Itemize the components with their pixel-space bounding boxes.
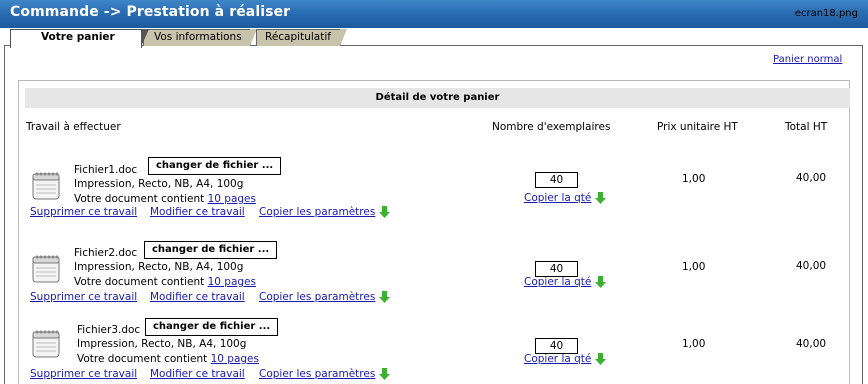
- arrow-down-icon: [594, 353, 606, 365]
- page-count-text: Votre document contient 10 pages: [74, 193, 256, 205]
- document-icon: [32, 330, 60, 358]
- line-total: 40,00: [796, 338, 827, 350]
- copy-qty-link[interactable]: Copier la qté: [524, 192, 591, 204]
- file-name: Fichier1.doc: [74, 164, 138, 176]
- pages-link[interactable]: 10 pages: [208, 276, 256, 288]
- quantity-input[interactable]: 40: [535, 338, 578, 354]
- document-icon: [32, 255, 60, 283]
- screenshot-filename: ecran18.png: [794, 8, 858, 19]
- unit-price: 1,00: [682, 338, 706, 350]
- title-bar: Commande -> Prestation à réaliser ecran1…: [0, 0, 868, 28]
- column-header-copies: Nombre d'exemplaires: [492, 121, 611, 133]
- tab-label: Vos informations: [154, 31, 242, 43]
- job-description: Impression, Recto, NB, A4, 100g: [74, 178, 244, 190]
- copy-params-control[interactable]: Copier les paramètres: [259, 368, 390, 380]
- contains-prefix: Votre document contient: [77, 353, 208, 365]
- arrow-down-icon: [378, 368, 390, 380]
- delete-job-link[interactable]: Supprimer ce travail: [30, 291, 137, 303]
- tab-label: Récapitulatif: [265, 31, 331, 43]
- document-icon: [32, 172, 60, 200]
- pages-link[interactable]: 10 pages: [211, 353, 259, 365]
- tab-label: Votre panier: [41, 31, 115, 43]
- copy-qty-link[interactable]: Copier la qté: [524, 353, 591, 365]
- panier-normal-link[interactable]: Panier normal: [773, 54, 842, 65]
- arrow-down-icon: [594, 276, 606, 288]
- copy-params-link[interactable]: Copier les paramètres: [259, 368, 375, 380]
- copy-qty-control[interactable]: Copier la qté: [524, 353, 606, 365]
- job-description: Impression, Recto, NB, A4, 100g: [77, 338, 247, 350]
- quantity-input[interactable]: 40: [535, 261, 578, 277]
- arrow-down-icon: [378, 291, 390, 303]
- page-count-text: Votre document contient 10 pages: [74, 276, 256, 288]
- tab-recapitulatif[interactable]: Récapitulatif: [256, 29, 347, 46]
- modify-job-link[interactable]: Modifier ce travail: [150, 291, 245, 303]
- column-header-work: Travail à effectuer: [26, 121, 121, 133]
- unit-price: 1,00: [682, 173, 706, 185]
- copy-params-link[interactable]: Copier les paramètres: [259, 206, 375, 218]
- tab-vos-informations[interactable]: Vos informations: [143, 29, 257, 46]
- page-count-text: Votre document contient 10 pages: [77, 353, 259, 365]
- arrow-down-icon: [378, 206, 390, 218]
- unit-price: 1,00: [682, 261, 706, 273]
- tab-votre-panier[interactable]: Votre panier: [10, 29, 149, 48]
- cart-detail-heading: Détail de votre panier: [25, 88, 850, 108]
- pages-link[interactable]: 10 pages: [208, 193, 256, 205]
- copy-qty-control[interactable]: Copier la qté: [524, 276, 606, 288]
- line-total: 40,00: [796, 172, 827, 184]
- copy-params-control[interactable]: Copier les paramètres: [259, 291, 390, 303]
- copy-params-link[interactable]: Copier les paramètres: [259, 291, 375, 303]
- window-title: Commande -> Prestation à réaliser: [10, 4, 291, 20]
- copy-qty-link[interactable]: Copier la qté: [524, 276, 591, 288]
- change-file-button[interactable]: changer de fichier ...: [145, 318, 279, 336]
- file-name: Fichier3.doc: [77, 324, 141, 336]
- copy-params-control[interactable]: Copier les paramètres: [259, 206, 390, 218]
- file-name: Fichier2.doc: [74, 247, 138, 259]
- modify-job-link[interactable]: Modifier ce travail: [150, 206, 245, 218]
- delete-job-link[interactable]: Supprimer ce travail: [30, 206, 137, 218]
- column-header-total: Total HT: [785, 121, 828, 133]
- copy-qty-control[interactable]: Copier la qté: [524, 192, 606, 204]
- modify-job-link[interactable]: Modifier ce travail: [150, 368, 245, 380]
- job-description: Impression, Recto, NB, A4, 100g: [74, 261, 244, 273]
- quantity-input[interactable]: 40: [535, 172, 578, 188]
- contains-prefix: Votre document contient: [74, 276, 205, 288]
- column-header-unit-price: Prix unitaire HT: [657, 121, 738, 133]
- delete-job-link[interactable]: Supprimer ce travail: [30, 368, 137, 380]
- change-file-button[interactable]: changer de fichier ...: [148, 157, 282, 175]
- line-total: 40,00: [796, 260, 827, 272]
- arrow-down-icon: [594, 192, 606, 204]
- contains-prefix: Votre document contient: [74, 193, 205, 205]
- change-file-button[interactable]: changer de fichier ...: [144, 241, 278, 259]
